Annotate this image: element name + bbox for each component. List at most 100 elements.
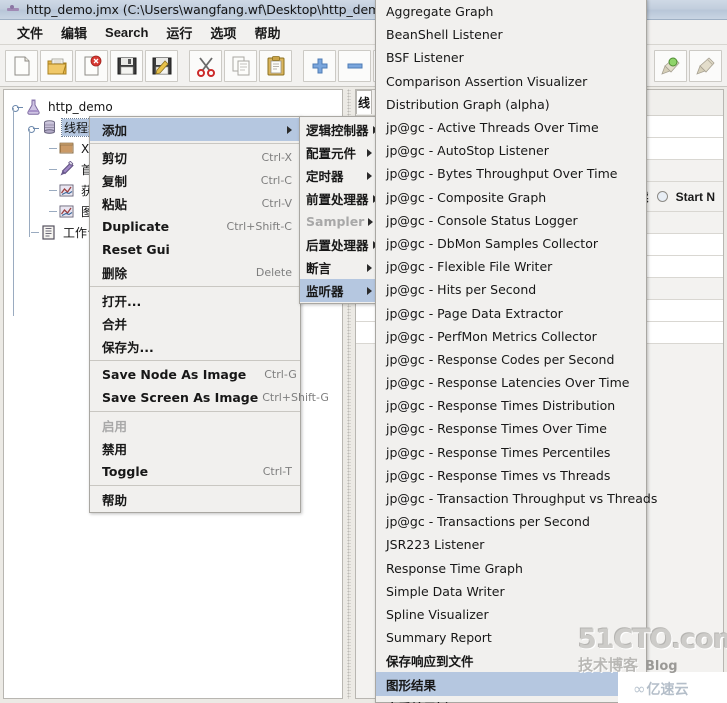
add-submenu-item-sampler[interactable]: Sampler bbox=[300, 210, 376, 233]
element-tab[interactable]: 线 bbox=[356, 90, 372, 114]
submenu-arrow-icon bbox=[368, 217, 374, 226]
menu-file[interactable]: 文件 bbox=[8, 21, 52, 44]
clear-button[interactable] bbox=[654, 49, 687, 82]
menu-edit[interactable]: 编辑 bbox=[52, 21, 96, 44]
listener-item-comparison-assertion-visualizer[interactable]: Comparison Assertion Visualizer bbox=[376, 70, 646, 93]
add-submenu-item-pre-processor[interactable]: 前置处理器 bbox=[300, 187, 378, 210]
listener-item-response-times-percentiles[interactable]: jp@gc - Response Times Percentiles bbox=[376, 441, 646, 464]
context-menu-item-enable[interactable]: 启用 bbox=[90, 414, 300, 437]
tree-node-http-demo[interactable]: http_demo bbox=[8, 96, 342, 117]
element-tab-label: 线 bbox=[357, 96, 370, 110]
listener-item-spline-visualizer[interactable]: Spline Visualizer bbox=[376, 603, 646, 626]
menu-run[interactable]: 运行 bbox=[157, 21, 201, 44]
listener-item-transactions-per-second[interactable]: jp@gc - Transactions per Second bbox=[376, 510, 646, 533]
menu-item-label: 剪切 bbox=[102, 151, 128, 166]
context-menu-item-reset-gui[interactable]: Reset Gui bbox=[90, 238, 300, 261]
context-menu-item-delete[interactable]: 删除 Delete bbox=[90, 261, 300, 284]
listener-item-aggregate-graph[interactable]: Aggregate Graph bbox=[376, 0, 646, 23]
listener-item-autostop-listener[interactable]: jp@gc - AutoStop Listener bbox=[376, 139, 646, 162]
add-submenu-item-logic-controller[interactable]: 逻辑控制器 bbox=[300, 118, 378, 141]
tree-elbow bbox=[44, 138, 58, 159]
listener-item-transaction-throughput-vs-threads[interactable]: jp@gc - Transaction Throughput vs Thread… bbox=[376, 487, 657, 510]
tree-line bbox=[13, 108, 14, 316]
add-submenu-item-listener[interactable]: 监听器 bbox=[300, 279, 376, 302]
save-as-button[interactable] bbox=[145, 49, 178, 82]
context-menu-item-add[interactable]: 添加 bbox=[90, 118, 300, 141]
listener-item-jsr223-listener[interactable]: JSR223 Listener bbox=[376, 533, 646, 556]
listener-item-response-time-graph[interactable]: Response Time Graph bbox=[376, 557, 646, 580]
listener-item-response-latencies-over-time[interactable]: jp@gc - Response Latencies Over Time bbox=[376, 371, 646, 394]
paste-button[interactable] bbox=[259, 49, 292, 82]
context-menu-item-duplicate[interactable]: Duplicate Ctrl+Shift-C bbox=[90, 215, 300, 238]
copy-icon bbox=[232, 56, 249, 75]
context-menu-item-cut[interactable]: 剪切 Ctrl-X bbox=[90, 146, 300, 169]
context-menu-item-merge[interactable]: 合并 bbox=[90, 312, 300, 335]
clear-all-button[interactable] bbox=[689, 49, 722, 82]
listener-submenu[interactable]: Aggregate Graph BeanShell Listener BSF L… bbox=[375, 0, 657, 703]
listener-item-dbmon-samples-collector[interactable]: jp@gc - DbMon Samples Collector bbox=[376, 232, 646, 255]
context-menu[interactable]: 添加 剪切 Ctrl-X 复制 Ctrl-C 粘贴 Ctrl-V Duplica… bbox=[89, 116, 329, 513]
toolbar-separator-1 bbox=[179, 50, 188, 82]
listener-item-page-data-extractor[interactable]: jp@gc - Page Data Extractor bbox=[376, 301, 646, 324]
new-file-icon bbox=[14, 56, 29, 75]
menu-item-label: 监听器 bbox=[306, 284, 344, 299]
listener-item-bsf-listener[interactable]: BSF Listener bbox=[376, 46, 646, 69]
plus-icon bbox=[312, 58, 327, 73]
listener-item-composite-graph[interactable]: jp@gc - Composite Graph bbox=[376, 186, 646, 209]
add-submenu-item-config-element[interactable]: 配置元件 bbox=[300, 141, 376, 164]
collapse-all-button[interactable] bbox=[338, 49, 371, 82]
expand-all-button[interactable] bbox=[303, 49, 336, 82]
listener-item-summary-report[interactable]: Summary Report bbox=[376, 626, 646, 649]
csv-dataset-icon bbox=[58, 140, 75, 157]
listener-item-active-threads-over-time[interactable]: jp@gc - Active Threads Over Time bbox=[376, 116, 646, 139]
listener-item-perfmon-metrics-collector[interactable]: jp@gc - PerfMon Metrics Collector bbox=[376, 325, 646, 348]
listener-item-view-results-tree[interactable]: 查看结果树 bbox=[376, 696, 646, 703]
listener-item-beanshell-listener[interactable]: BeanShell Listener bbox=[376, 23, 646, 46]
add-submenu-item-timer[interactable]: 定时器 bbox=[300, 164, 376, 187]
listener-item-graph-results[interactable]: 图形结果 bbox=[376, 672, 646, 696]
listener-item-response-codes-per-second[interactable]: jp@gc - Response Codes per Second bbox=[376, 348, 646, 371]
listener-item-response-times-over-time[interactable]: jp@gc - Response Times Over Time bbox=[376, 417, 646, 440]
listener-item-response-times-vs-threads[interactable]: jp@gc - Response Times vs Threads bbox=[376, 464, 646, 487]
context-menu-item-save-as[interactable]: 保存为... bbox=[90, 335, 300, 358]
menu-item-label: 打开... bbox=[102, 294, 142, 309]
context-menu-item-disable[interactable]: 禁用 bbox=[90, 437, 300, 460]
menu-options[interactable]: 选项 bbox=[201, 21, 245, 44]
menu-item-label: 配置元件 bbox=[306, 146, 357, 161]
listener-item-save-responses-to-file[interactable]: 保存响应到文件 bbox=[376, 649, 646, 672]
menu-item-label: Sampler bbox=[306, 214, 365, 229]
add-submenu-item-assertion[interactable]: 断言 bbox=[300, 256, 376, 279]
cut-button[interactable] bbox=[189, 49, 222, 82]
menu-item-accel: Ctrl-T bbox=[262, 465, 292, 478]
listener-item-console-status-logger[interactable]: jp@gc - Console Status Logger bbox=[376, 209, 646, 232]
listener-item-distribution-graph[interactable]: Distribution Graph (alpha) bbox=[376, 93, 646, 116]
new-button[interactable] bbox=[5, 49, 38, 82]
copy-button[interactable] bbox=[224, 49, 257, 82]
add-submenu[interactable]: 逻辑控制器 配置元件 定时器 前置处理器 Sampler 后置处理器 断言 监听… bbox=[299, 116, 378, 304]
menu-item-label: 添加 bbox=[102, 123, 128, 138]
context-menu-item-toggle[interactable]: Toggle Ctrl-T bbox=[90, 460, 300, 483]
add-submenu-item-post-processor[interactable]: 后置处理器 bbox=[300, 233, 378, 256]
menu-item-label: 定时器 bbox=[306, 169, 344, 184]
submenu-arrow-icon bbox=[367, 148, 372, 157]
listener-item-bytes-throughput-over-time[interactable]: jp@gc - Bytes Throughput Over Time bbox=[376, 162, 646, 185]
menu-item-label: jp@gc - Page Data Extractor bbox=[386, 305, 563, 321]
listener-item-flexible-file-writer[interactable]: jp@gc - Flexible File Writer bbox=[376, 255, 646, 278]
listener-item-hits-per-second[interactable]: jp@gc - Hits per Second bbox=[376, 278, 646, 301]
menu-separator bbox=[90, 143, 300, 144]
context-menu-item-help[interactable]: 帮助 bbox=[90, 488, 300, 511]
context-menu-item-save-node-as-image[interactable]: Save Node As Image Ctrl-G bbox=[90, 363, 300, 386]
menu-help[interactable]: 帮助 bbox=[245, 21, 289, 44]
context-menu-item-copy[interactable]: 复制 Ctrl-C bbox=[90, 169, 300, 192]
radio-unselected-icon[interactable] bbox=[656, 191, 668, 202]
close-button[interactable] bbox=[75, 49, 108, 82]
menu-separator bbox=[90, 360, 300, 361]
context-menu-item-paste[interactable]: 粘贴 Ctrl-V bbox=[90, 192, 300, 215]
listener-item-response-times-distribution[interactable]: jp@gc - Response Times Distribution bbox=[376, 394, 646, 417]
context-menu-item-open[interactable]: 打开... bbox=[90, 289, 300, 312]
listener-item-simple-data-writer[interactable]: Simple Data Writer bbox=[376, 580, 646, 603]
menu-search[interactable]: Search bbox=[96, 23, 157, 42]
open-button[interactable] bbox=[40, 49, 73, 82]
context-menu-item-save-screen-as-image[interactable]: Save Screen As Image Ctrl+Shift-G bbox=[90, 386, 329, 409]
save-button[interactable] bbox=[110, 49, 143, 82]
